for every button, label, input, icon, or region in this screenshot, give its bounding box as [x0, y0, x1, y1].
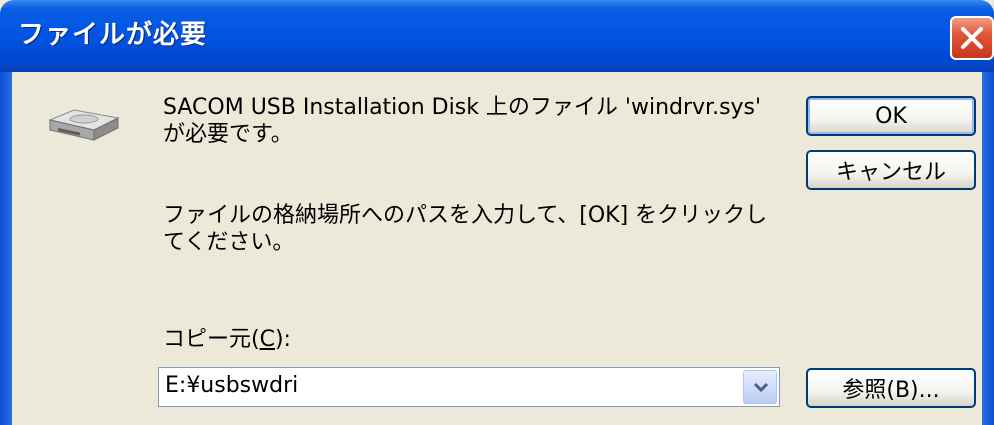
- ok-button[interactable]: OK: [806, 96, 976, 136]
- window-frame-left: [0, 72, 12, 425]
- chevron-down-icon: [753, 382, 769, 393]
- window-frame-right: [982, 72, 994, 425]
- file-needed-dialog: ファイルが必要 SACOM USB Installation Disk 上のファ…: [0, 0, 994, 425]
- copy-from-path-value[interactable]: E:¥usbswdri: [165, 373, 298, 398]
- copy-from-combobox[interactable]: E:¥usbswdri: [158, 367, 780, 407]
- browse-button[interactable]: 参照(B)...: [806, 368, 976, 408]
- close-button[interactable]: [950, 16, 994, 60]
- disk-drive-icon: [48, 109, 120, 141]
- window-title: ファイルが必要: [18, 20, 208, 50]
- copy-from-label-prefix: コピー元(: [163, 327, 260, 352]
- copy-from-label: コピー元(C):: [163, 326, 291, 353]
- instruction-message: ファイルの格納場所へのパスを入力して、[OK] をクリックしてください。: [163, 203, 768, 255]
- missing-file-message: SACOM USB Installation Disk 上のファイル 'wind…: [163, 95, 762, 147]
- copy-from-label-mnemonic: C: [259, 327, 275, 352]
- combo-dropdown-button[interactable]: [743, 370, 777, 404]
- copy-from-label-suffix: ):: [274, 327, 291, 352]
- close-icon: [961, 27, 983, 49]
- cancel-button[interactable]: キャンセル: [806, 150, 976, 190]
- title-bar[interactable]: ファイルが必要: [0, 0, 994, 72]
